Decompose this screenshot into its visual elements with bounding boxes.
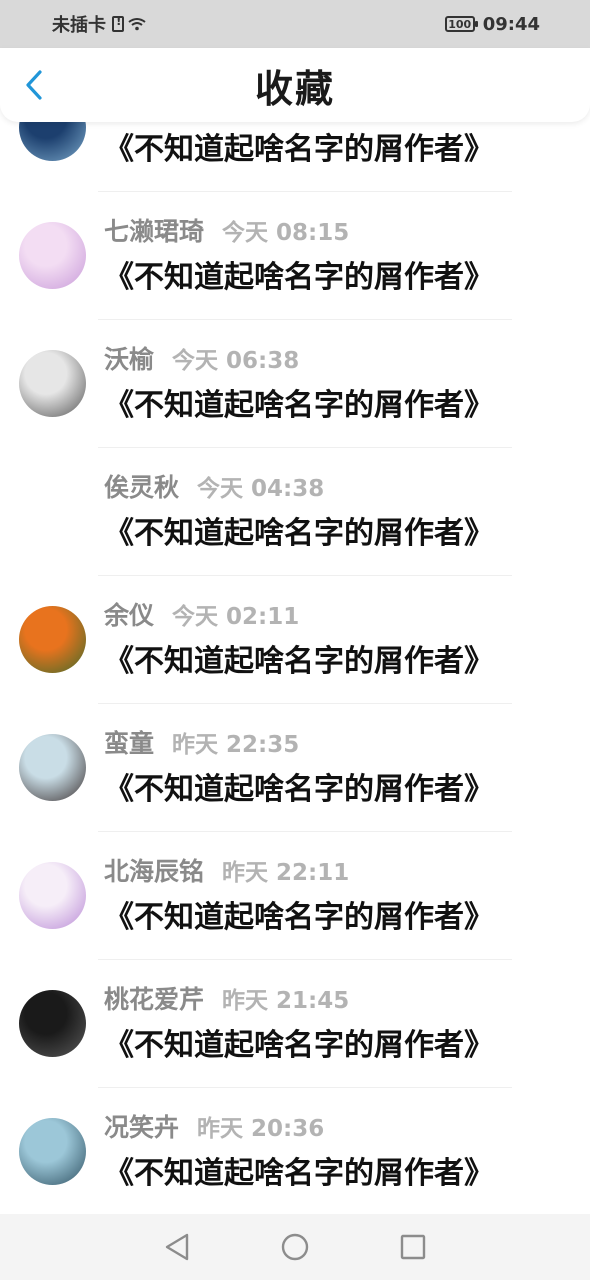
avatar[interactable] [19,862,86,929]
battery-level: 100 [448,17,472,31]
author-name[interactable]: 七濑珺琦 [104,212,204,248]
book-title[interactable]: 《不知道起啥名字的屑作者》 [104,892,494,936]
avatar[interactable] [19,1118,86,1185]
timestamp: 昨天 22:35 [172,732,300,758]
nav-back-button[interactable] [160,1230,194,1264]
list-item[interactable]: 况笑卉 昨天 20:36 《不知道起啥名字的屑作者》 [0,1088,590,1216]
sim-alert-icon [112,14,124,32]
avatar[interactable] [19,478,86,545]
nav-home-button[interactable] [278,1230,312,1264]
list-item[interactable]: 蛮童 昨天 22:35 《不知道起啥名字的屑作者》 [0,704,590,832]
book-title[interactable]: 《不知道起啥名字的屑作者》 [104,764,494,808]
timestamp: 今天 02:11 [172,604,300,630]
timestamp: 昨天 21:45 [222,988,350,1014]
square-recents-icon [400,1234,426,1260]
book-title[interactable]: 《不知道起啥名字的屑作者》 [104,1020,494,1064]
favorites-list: 《不知道起啥名字的屑作者》 七濑珺琦 今天 08:15 《不知道起啥名字的屑作者… [0,64,590,1216]
book-title[interactable]: 《不知道起啥名字的屑作者》 [104,508,494,552]
clock: 09:44 [482,13,540,35]
author-name[interactable]: 况笑卉 [104,1108,179,1144]
avatar[interactable] [19,606,86,673]
wifi-icon [128,17,146,31]
screen: 未插卡 100 09:44 收藏 [0,0,590,1280]
author-name[interactable]: 蛮童 [104,724,154,760]
list-item[interactable]: 桃花爱芹 昨天 21:45 《不知道起啥名字的屑作者》 [0,960,590,1088]
status-right: 100 09:44 [444,13,540,35]
header: 收藏 [0,48,590,122]
carrier-text: 未插卡 [52,15,106,36]
author-name[interactable]: 余仪 [104,596,154,632]
avatar[interactable] [19,350,86,417]
timestamp: 今天 06:38 [172,348,300,374]
battery-icon: 100 [444,16,478,32]
item-meta: 桃花爱芹 昨天 21:45 [104,978,349,1018]
item-meta: 况笑卉 昨天 20:36 [104,1106,324,1146]
list-item[interactable]: 北海辰铭 昨天 22:11 《不知道起啥名字的屑作者》 [0,832,590,960]
list-item[interactable]: 沃榆 今天 06:38 《不知道起啥名字的屑作者》 [0,320,590,448]
avatar[interactable] [19,222,86,289]
status-left: 未插卡 [52,11,146,37]
timestamp: 昨天 20:36 [197,1116,325,1142]
author-name[interactable]: 北海辰铭 [104,852,204,888]
item-meta: 余仪 今天 02:11 [104,594,299,634]
avatar[interactable] [19,734,86,801]
item-meta: 北海辰铭 昨天 22:11 [104,850,349,890]
system-nav-bar [0,1214,590,1280]
timestamp: 今天 08:15 [222,220,350,246]
book-title[interactable]: 《不知道起啥名字的屑作者》 [104,252,494,296]
item-meta: 沃榆 今天 06:38 [104,338,299,378]
page-title: 收藏 [254,66,335,111]
triangle-back-icon [165,1233,189,1261]
list-item[interactable]: 余仪 今天 02:11 《不知道起啥名字的屑作者》 [0,576,590,704]
list-item[interactable]: 七濑珺琦 今天 08:15 《不知道起啥名字的屑作者》 [0,192,590,320]
author-name[interactable]: 俟灵秋 [104,468,179,504]
nav-recents-button[interactable] [396,1230,430,1264]
book-title[interactable]: 《不知道起啥名字的屑作者》 [104,124,494,168]
avatar[interactable] [19,990,86,1057]
timestamp: 昨天 22:11 [222,860,350,886]
list-item[interactable]: 俟灵秋 今天 04:38 《不知道起啥名字的屑作者》 [0,448,590,576]
status-bar: 未插卡 100 09:44 [0,0,590,48]
item-meta: 俟灵秋 今天 04:38 [104,466,324,506]
timestamp: 今天 04:38 [197,476,325,502]
book-title[interactable]: 《不知道起啥名字的屑作者》 [104,636,494,680]
item-meta: 蛮童 昨天 22:35 [104,722,299,762]
chevron-left-icon [26,70,42,100]
circle-home-icon [281,1233,309,1261]
back-button[interactable] [16,66,52,104]
item-meta: 七濑珺琦 今天 08:15 [104,210,349,250]
book-title[interactable]: 《不知道起啥名字的屑作者》 [104,1148,494,1192]
author-name[interactable]: 桃花爱芹 [104,980,204,1016]
author-name[interactable]: 沃榆 [104,340,154,376]
book-title[interactable]: 《不知道起啥名字的屑作者》 [104,380,494,424]
